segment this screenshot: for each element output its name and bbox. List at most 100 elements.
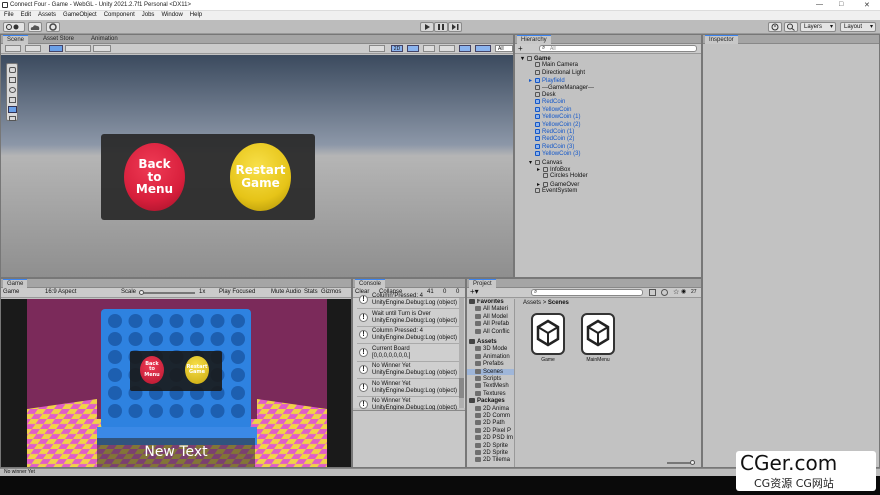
menu-window[interactable]: Window xyxy=(161,11,182,20)
camera-dropdown[interactable] xyxy=(475,45,491,52)
gizmo-mode-dropdown[interactable] xyxy=(25,45,41,52)
menu-jobs[interactable]: Jobs xyxy=(142,11,155,20)
project-folder-item[interactable]: 2D Comm xyxy=(475,413,510,419)
hierarchy-item[interactable]: Main Camera xyxy=(529,62,578,68)
console-scrollbar[interactable] xyxy=(459,298,464,408)
console-entry[interactable]: ! Column Pressed: 4 UnityEngine.Debug:Log … xyxy=(357,327,459,344)
hierarchy-item[interactable]: RedCoin (1) xyxy=(529,129,574,135)
hierarchy-item[interactable]: ▾ Canvas xyxy=(529,159,562,166)
rotate-tool-icon[interactable] xyxy=(9,87,16,93)
project-folder-item[interactable]: 2D Tilema xyxy=(475,457,510,463)
layout-dropdown[interactable]: Layout ▾ xyxy=(840,22,876,32)
shading-dropdown[interactable] xyxy=(369,45,385,52)
project-folder-item[interactable]: 2D Anima xyxy=(475,405,509,412)
hierarchy-item[interactable]: RedCoin (2) xyxy=(529,136,574,142)
filter-type-icon[interactable] xyxy=(649,289,656,296)
project-folder-item[interactable]: 2D Sprite xyxy=(475,450,508,456)
step-button[interactable] xyxy=(448,22,462,32)
project-folder-item[interactable]: TextMesh xyxy=(475,383,509,389)
hierarchy-search-input[interactable]: ⌕ All xyxy=(539,45,697,52)
play-button[interactable] xyxy=(420,22,434,32)
project-folder-item[interactable]: All Materi xyxy=(475,306,508,312)
audio-toggle[interactable] xyxy=(423,45,435,52)
project-section-header[interactable]: Packages xyxy=(469,398,505,404)
maximize-button[interactable]: □ xyxy=(839,1,843,8)
menu-gameobject[interactable]: GameObject xyxy=(63,11,97,20)
tab-console[interactable]: Console xyxy=(355,279,386,288)
settings-button[interactable] xyxy=(46,22,60,32)
cloud-button[interactable] xyxy=(28,22,42,32)
project-folder-item[interactable]: All Prefab xyxy=(475,321,509,327)
eye-icon[interactable]: ◉ xyxy=(681,288,686,295)
menu-help[interactable]: Help xyxy=(190,11,202,20)
game-restart-button[interactable]: Restart Game xyxy=(185,356,209,384)
snap-button[interactable] xyxy=(93,45,111,52)
project-folder-item[interactable]: Animation xyxy=(475,353,510,360)
display-dropdown[interactable]: Game xyxy=(3,289,19,295)
console-entry[interactable]: ! Wait until Turn is Over UnityEngine.Debu… xyxy=(357,310,459,327)
pause-button[interactable] xyxy=(434,22,448,32)
menu-assets[interactable]: Assets xyxy=(38,11,56,20)
favorite-icon[interactable]: ☆ xyxy=(673,288,679,296)
project-folder-item[interactable]: 2D Path xyxy=(475,420,505,426)
project-folder-item[interactable]: 2D Sprite xyxy=(475,442,508,449)
search-button[interactable] xyxy=(784,22,798,32)
back-to-menu-button[interactable]: Back to Menu xyxy=(124,143,185,211)
tab-hierarchy[interactable]: Hierarchy xyxy=(517,35,551,44)
lighting-toggle[interactable] xyxy=(407,45,419,52)
account-button[interactable] xyxy=(3,22,25,32)
tab-game[interactable]: Game xyxy=(3,279,28,288)
project-folder-item[interactable]: 2D PSD Im xyxy=(475,435,513,441)
project-section-header[interactable]: Favorites xyxy=(469,299,504,305)
stats-toggle[interactable]: Stats xyxy=(304,289,318,295)
icon-size-handle[interactable] xyxy=(690,460,695,465)
hierarchy-item[interactable]: RedCoin xyxy=(529,99,565,105)
hierarchy-item[interactable]: ▸ GameOver xyxy=(537,181,579,188)
mute-audio-toggle[interactable]: Mute Audio xyxy=(271,289,301,295)
menu-file[interactable]: File xyxy=(4,11,14,20)
scale-slider[interactable] xyxy=(139,290,195,295)
mode-2d-toggle[interactable]: 2D xyxy=(391,45,403,52)
project-folder-item[interactable]: All Model xyxy=(475,313,508,320)
draw-mode-dropdown[interactable] xyxy=(5,45,21,52)
layers-dropdown[interactable]: Layers ▾ xyxy=(800,22,836,32)
project-folder-item[interactable]: Scripts xyxy=(475,376,501,382)
console-entry[interactable]: ! No Winner Yet UnityEngine.Debug:Log (obj… xyxy=(357,380,459,397)
menu-edit[interactable]: Edit xyxy=(21,11,31,20)
hierarchy-item[interactable]: EventSystem xyxy=(529,188,577,194)
tab-inspector[interactable]: Inspector xyxy=(705,35,738,44)
project-folder-item[interactable]: 2D Pixel P xyxy=(475,427,511,434)
create-asset-button[interactable]: +▾ xyxy=(470,287,479,296)
console-scroll-thumb[interactable] xyxy=(459,378,464,398)
history-button[interactable] xyxy=(768,22,782,32)
project-folder-item[interactable]: 3D Mode xyxy=(475,346,507,352)
hierarchy-item[interactable]: Circles Holder xyxy=(537,173,588,179)
hierarchy-item[interactable]: YellowCoin (1) xyxy=(529,114,580,120)
restart-game-button[interactable]: Restart Game xyxy=(230,143,291,211)
scene-search-input[interactable]: All xyxy=(495,45,513,52)
game-view[interactable]: Back to Menu Restart Game New Text xyxy=(1,299,351,467)
scene-file-game[interactable] xyxy=(531,313,565,355)
hierarchy-item[interactable]: Directional Light xyxy=(529,69,585,76)
pivot-button[interactable] xyxy=(49,45,63,52)
project-section-header[interactable]: Assets xyxy=(469,339,497,345)
icon-size-slider[interactable] xyxy=(667,460,695,465)
filter-label-icon[interactable] xyxy=(661,289,668,296)
tab-animation[interactable]: Animation xyxy=(87,35,122,44)
console-entry[interactable]: ! No Winner Yet UnityEngine.Debug:Log (obj… xyxy=(357,362,459,379)
hidden-objects-toggle[interactable] xyxy=(459,45,471,52)
hierarchy-item[interactable]: YellowCoin (2) xyxy=(529,121,580,128)
project-folder-item[interactable]: Textures xyxy=(475,390,506,397)
hierarchy-item[interactable]: ▸ InfoBox xyxy=(537,166,570,173)
play-focused-dropdown[interactable]: Play Focused xyxy=(219,289,255,295)
project-folder-item[interactable]: Prefabs xyxy=(475,361,504,367)
rect-tool-icon[interactable] xyxy=(8,106,17,113)
aspect-dropdown[interactable]: 16:9 Aspect xyxy=(45,289,76,295)
scene-viewport[interactable]: Back to Menu Restart Game xyxy=(1,55,513,277)
menu-component[interactable]: Component xyxy=(104,11,135,20)
scale-slider-handle[interactable] xyxy=(139,290,144,295)
project-search-input[interactable]: ⌕ xyxy=(531,289,643,296)
gizmos-dropdown[interactable]: Gizmos xyxy=(321,289,341,295)
minimize-button[interactable]: — xyxy=(816,1,823,8)
hierarchy-item[interactable]: ▸ Playfield xyxy=(529,77,565,84)
